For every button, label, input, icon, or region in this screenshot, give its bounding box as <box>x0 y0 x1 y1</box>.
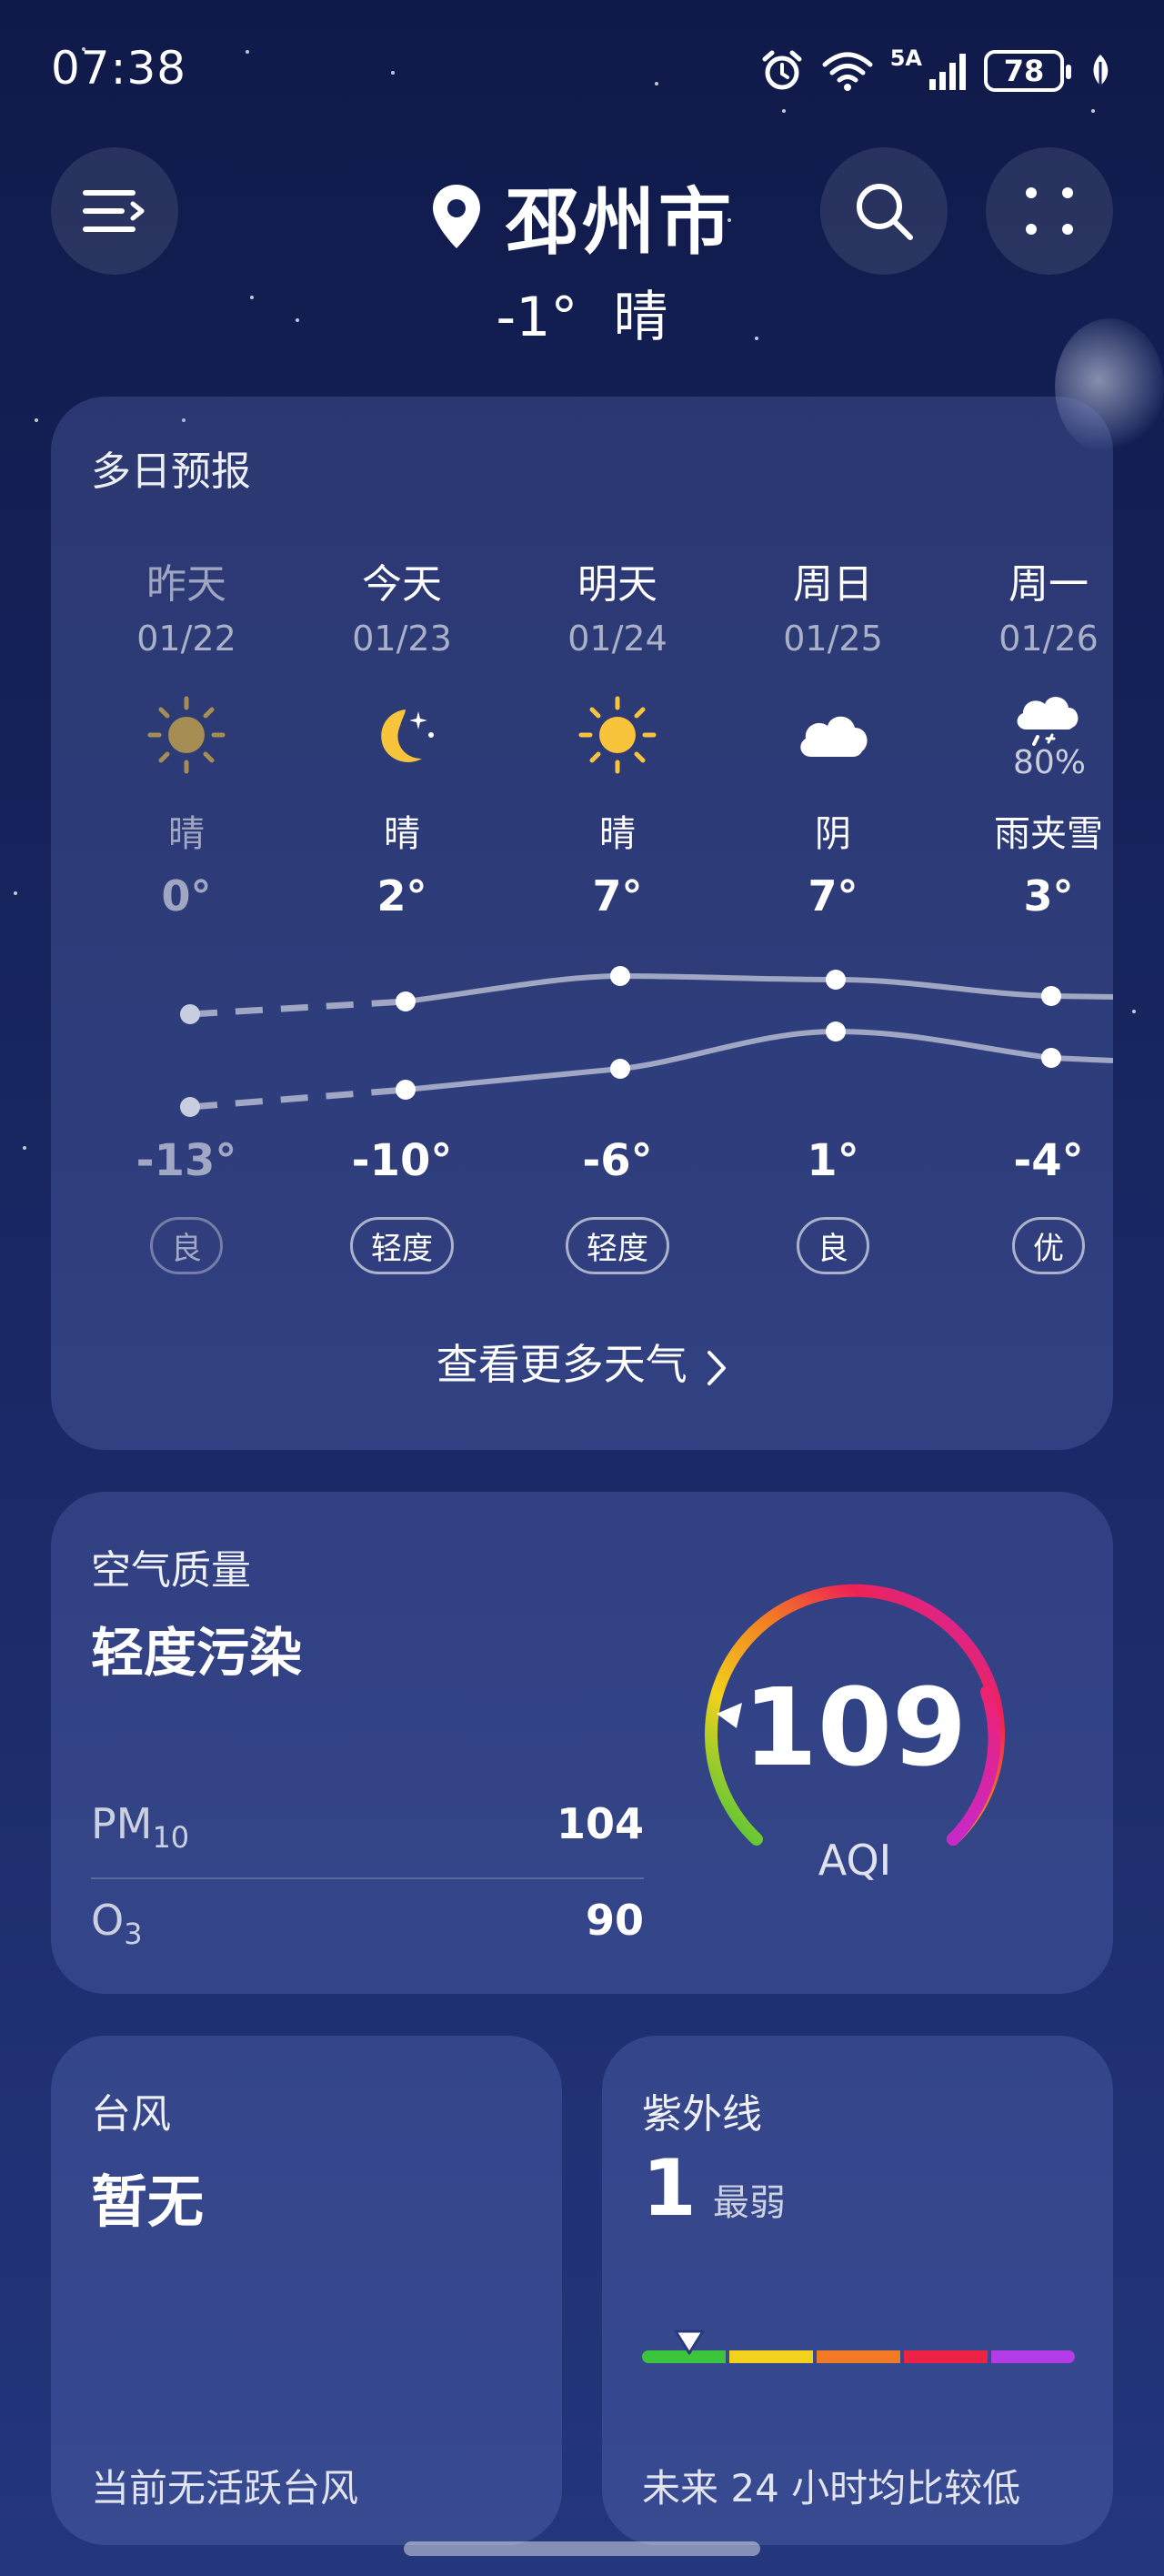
status-time: 07:38 <box>51 42 187 95</box>
uv-scale-segment <box>729 2350 813 2363</box>
more-options-button[interactable] <box>986 147 1113 275</box>
air-quality-card[interactable]: 空气质量 轻度污染 PM10 104 O3 90 109 AQI <box>51 1492 1113 1994</box>
wifi-icon <box>822 52 873 91</box>
day-low-temp: -6° <box>582 1135 653 1186</box>
uv-footer: 未来 24 小时均比较低 <box>642 2466 1021 2511</box>
day-low-temp: -4° <box>1013 1135 1084 1186</box>
location-pin-icon <box>433 185 480 248</box>
pollutant-name: PM10 <box>91 1799 190 1856</box>
aqi-badge: 良 <box>797 1217 869 1274</box>
day-aqi: 轻度 <box>302 1217 502 1274</box>
search-icon <box>857 184 913 240</box>
status-icons: 5A 78 <box>759 44 1113 98</box>
uv-indicator-marker <box>674 2329 705 2355</box>
uv-card[interactable]: 紫外线 1 最弱 未来 24 小时均比较低 <box>602 2036 1113 2545</box>
aqi-value: 109 <box>742 1665 968 1790</box>
day-low-temp: -10° <box>351 1135 453 1186</box>
high-temp-point <box>180 1004 200 1024</box>
pollutant-row: PM10 104 <box>91 1799 644 1855</box>
leaf-icon <box>1093 55 1109 87</box>
low-temp-point <box>826 1021 846 1041</box>
city-name[interactable]: 邳州市 <box>506 164 735 269</box>
air-quality-title: 空气质量 <box>91 1547 251 1594</box>
uv-index-row: 1 最弱 <box>642 2143 786 2234</box>
network-type-label: 5A <box>889 45 922 71</box>
uv-scale-segment <box>904 2350 988 2363</box>
chevron-right-icon <box>707 1350 727 1385</box>
aqi-badge: 优 <box>1012 1217 1085 1274</box>
typhoon-card[interactable]: 台风 暂无 当前无活跃台风 <box>51 2036 562 2545</box>
home-indicator[interactable] <box>404 2541 760 2556</box>
pollutant-value: 90 <box>585 1896 644 1945</box>
cellular-signal-icon <box>929 54 966 90</box>
high-temp-point <box>826 970 846 990</box>
low-temp-point <box>610 1059 630 1079</box>
uv-level: 最弱 <box>712 2182 786 2224</box>
pollutant-value: 104 <box>556 1799 644 1848</box>
day-aqi: 轻度 <box>517 1217 717 1274</box>
low-temp-point <box>180 1097 200 1117</box>
day-aqi: 优 <box>948 1217 1113 1274</box>
pollutant-divider <box>91 1877 644 1879</box>
aqi-badge: 轻度 <box>350 1217 454 1274</box>
day-low-temp: 1° <box>807 1135 859 1186</box>
low-temp-point <box>1041 1048 1061 1068</box>
temperature-trend-chart <box>180 966 1113 1117</box>
more-weather-link[interactable]: 查看更多天气 <box>51 1332 1113 1392</box>
current-temperature: -1° <box>496 286 578 349</box>
day-low-temp: -13° <box>135 1135 237 1186</box>
uv-scale-segment <box>817 2350 900 2363</box>
high-temp-point <box>1041 986 1061 1006</box>
typhoon-status: 暂无 <box>91 2168 205 2235</box>
battery-level: 78 <box>1003 54 1045 88</box>
typhoon-footer: 当前无活跃台风 <box>91 2466 359 2511</box>
uv-title: 紫外线 <box>642 2091 762 2138</box>
high-temp-point <box>396 991 416 1011</box>
current-condition: 晴 <box>613 286 668 349</box>
uv-index-value: 1 <box>642 2143 697 2234</box>
pollutant-row: O3 90 <box>91 1896 644 1951</box>
status-bar: 07:38 5A 78 <box>0 0 1164 146</box>
aqi-badge: 轻度 <box>566 1217 669 1274</box>
high-temp-point <box>610 966 630 986</box>
search-button[interactable] <box>820 147 948 275</box>
day-aqi: 良 <box>86 1217 286 1274</box>
pollutant-name: O3 <box>91 1896 143 1952</box>
forecast-card: 多日预报 昨天 01/22 今天 01/23 明天 01/24 周日 01/25… <box>51 397 1113 1450</box>
aqi-badge: 良 <box>150 1217 223 1274</box>
day-aqi: 良 <box>733 1217 933 1274</box>
uv-scale <box>642 2350 1075 2363</box>
more-weather-label: 查看更多天气 <box>436 1340 687 1389</box>
air-quality-level: 轻度污染 <box>91 1622 303 1684</box>
uv-scale-segment <box>991 2350 1075 2363</box>
current-weather: -1° 晴 <box>0 273 1164 352</box>
low-temp-point <box>396 1080 416 1100</box>
more-dots-icon <box>1026 187 1073 235</box>
aqi-label: AQI <box>818 1836 892 1885</box>
alarm-icon <box>762 50 802 90</box>
typhoon-title: 台风 <box>91 2091 171 2138</box>
battery-indicator: 78 <box>984 50 1071 92</box>
